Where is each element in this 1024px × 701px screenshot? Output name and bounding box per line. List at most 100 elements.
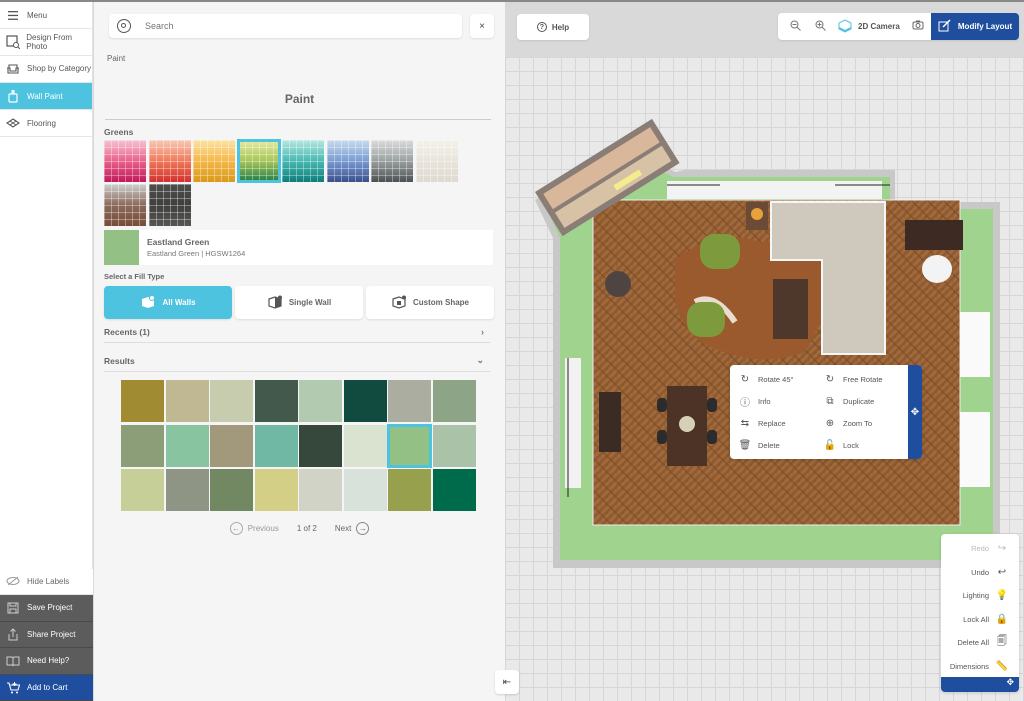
- lock-all-icon: 🔒: [995, 613, 1009, 625]
- nav-shop-by-category[interactable]: Shop by Category: [0, 56, 92, 83]
- color-swatch[interactable]: [165, 469, 209, 511]
- breadcrumb[interactable]: Paint: [107, 54, 125, 63]
- context-menu-item-rotate-45[interactable]: ↻ Rotate 45°: [738, 368, 823, 390]
- palette-thumbnail[interactable]: [148, 184, 191, 226]
- color-swatch[interactable]: [254, 469, 298, 511]
- color-swatch[interactable]: [165, 380, 209, 422]
- context-menu-drag-handle[interactable]: ✥: [908, 365, 922, 459]
- palette-thumbnail[interactable]: [236, 139, 281, 183]
- tool-label: Redo: [971, 544, 989, 554]
- palette-thumbnail[interactable]: [415, 140, 458, 182]
- replace-icon: ⇆: [740, 417, 750, 429]
- palette-thumbnail[interactable]: [104, 140, 146, 182]
- undo-button[interactable]: Undo ↩: [941, 561, 1019, 585]
- fill-single-wall-button[interactable]: Single Wall: [235, 286, 363, 319]
- results-section-toggle[interactable]: Results ⌄: [104, 350, 490, 372]
- dimensions-button[interactable]: Dimensions 📏: [941, 655, 1019, 679]
- context-menu-item-delete[interactable]: 🗑 Delete: [738, 434, 823, 456]
- color-swatch[interactable]: [388, 469, 431, 511]
- close-panel-button[interactable]: ×: [470, 14, 494, 38]
- color-swatch[interactable]: [432, 380, 476, 422]
- color-swatch[interactable]: [387, 423, 432, 468]
- context-menu-label: Zoom To: [843, 418, 873, 428]
- color-swatch[interactable]: [299, 380, 342, 422]
- coffee-table: [773, 279, 808, 339]
- save-project-button[interactable]: Save Project: [0, 595, 93, 622]
- color-swatch[interactable]: [210, 469, 253, 511]
- color-swatch[interactable]: [343, 469, 387, 511]
- search-input[interactable]: [145, 21, 425, 31]
- context-menu-item-lock[interactable]: 🔓 Lock: [823, 434, 908, 456]
- color-swatch[interactable]: [299, 469, 342, 511]
- nav-menu[interactable]: Menu: [0, 2, 92, 29]
- search-box[interactable]: [109, 14, 462, 38]
- tool-label: Undo: [971, 567, 989, 577]
- palette-thumbnail[interactable]: [104, 184, 146, 226]
- color-swatch[interactable]: [343, 424, 387, 467]
- hide-labels-button[interactable]: Hide Labels: [0, 568, 93, 595]
- color-swatch[interactable]: [210, 424, 253, 467]
- context-menu-label: Info: [758, 396, 771, 406]
- need-help-label: Need Help?: [27, 656, 70, 666]
- share-project-button[interactable]: Share Project: [0, 621, 93, 648]
- all-walls-icon: [140, 294, 156, 311]
- next-page-button[interactable]: Next →: [334, 522, 370, 535]
- color-swatch[interactable]: [121, 380, 164, 422]
- nav-design-from-photo[interactable]: Design From Photo: [0, 29, 92, 56]
- nav-design-from-photo-label: Design From Photo: [26, 32, 73, 51]
- tool-label: Lighting: [962, 591, 989, 601]
- previous-page-button[interactable]: ← Previous: [229, 522, 279, 535]
- nav-wall-paint[interactable]: Wall Paint: [0, 83, 92, 110]
- share-icon: [5, 626, 21, 642]
- selected-color-name: Eastland Green: [147, 237, 210, 247]
- tools-drag-handle[interactable]: ✥: [941, 677, 1019, 692]
- color-swatch[interactable]: [432, 424, 476, 467]
- need-help-button[interactable]: Need Help?: [0, 648, 93, 675]
- flooring-icon: [5, 115, 21, 131]
- color-swatch[interactable]: [432, 469, 476, 511]
- color-swatch[interactable]: [254, 380, 298, 422]
- add-to-cart-label: Add to Cart: [27, 682, 68, 692]
- context-menu-item-replace[interactable]: ⇆ Replace: [738, 412, 823, 434]
- color-swatch[interactable]: [210, 380, 253, 422]
- nav-flooring[interactable]: Flooring: [0, 110, 92, 137]
- fill-all-walls-button[interactable]: All Walls: [104, 286, 232, 319]
- move-icon: ✥: [910, 406, 920, 418]
- chevron-down-icon: ⌄: [476, 355, 484, 365]
- context-menu-items: ↻ Rotate 45° ↻ Free Rotate ⓘ Info ⧉ Duplicate ⇆ R…: [730, 365, 908, 459]
- redo-button[interactable]: Redo ↪: [941, 537, 1019, 561]
- palette-thumbnail[interactable]: [193, 140, 235, 182]
- add-to-cart-button[interactable]: Add to Cart: [0, 674, 93, 701]
- recents-section-toggle[interactable]: Recents (1) ›: [104, 321, 490, 343]
- sofa-icon: [5, 61, 21, 77]
- design-canvas[interactable]: ? Help 2D Camera Modify Layout ↻ Rotate …: [505, 2, 1024, 701]
- lock-all-button[interactable]: Lock All 🔒: [941, 608, 1019, 632]
- context-menu-item-info[interactable]: ⓘ Info: [738, 390, 823, 412]
- collapse-panel-button[interactable]: ⇤: [495, 670, 519, 694]
- color-swatch[interactable]: [388, 380, 431, 422]
- fill-custom-shape-button[interactable]: Custom Shape: [366, 286, 494, 319]
- photo-icon: [5, 34, 20, 50]
- context-menu-label: Rotate 45°: [758, 374, 794, 384]
- fill-custom-shape-label: Custom Shape: [412, 298, 469, 307]
- context-menu-item-free-rotate[interactable]: ↻ Free Rotate: [823, 368, 908, 390]
- next-label: Next: [334, 524, 352, 533]
- color-swatch[interactable]: [165, 424, 209, 467]
- palette-thumbnail[interactable]: [148, 140, 191, 182]
- palette-thumbnail[interactable]: [282, 140, 324, 182]
- menu-icon: [5, 7, 21, 23]
- color-swatch[interactable]: [254, 424, 298, 467]
- palette-thumbnail[interactable]: [371, 140, 413, 182]
- color-swatch[interactable]: [343, 380, 387, 422]
- save-project-label: Save Project: [27, 603, 73, 613]
- palette-thumbnail[interactable]: [326, 140, 369, 182]
- color-swatch[interactable]: [121, 469, 164, 511]
- cart-icon: [5, 679, 21, 695]
- context-menu-item-zoom-to[interactable]: ⊕ Zoom To: [823, 412, 908, 434]
- palette-group-label: Greens: [104, 127, 134, 137]
- lighting-button[interactable]: Lighting 💡: [941, 584, 1019, 608]
- color-swatch[interactable]: [299, 424, 342, 467]
- context-menu-item-duplicate[interactable]: ⧉ Duplicate: [823, 390, 908, 412]
- color-swatch[interactable]: [121, 424, 164, 467]
- delete-all-button[interactable]: Delete All 🗐: [941, 631, 1019, 655]
